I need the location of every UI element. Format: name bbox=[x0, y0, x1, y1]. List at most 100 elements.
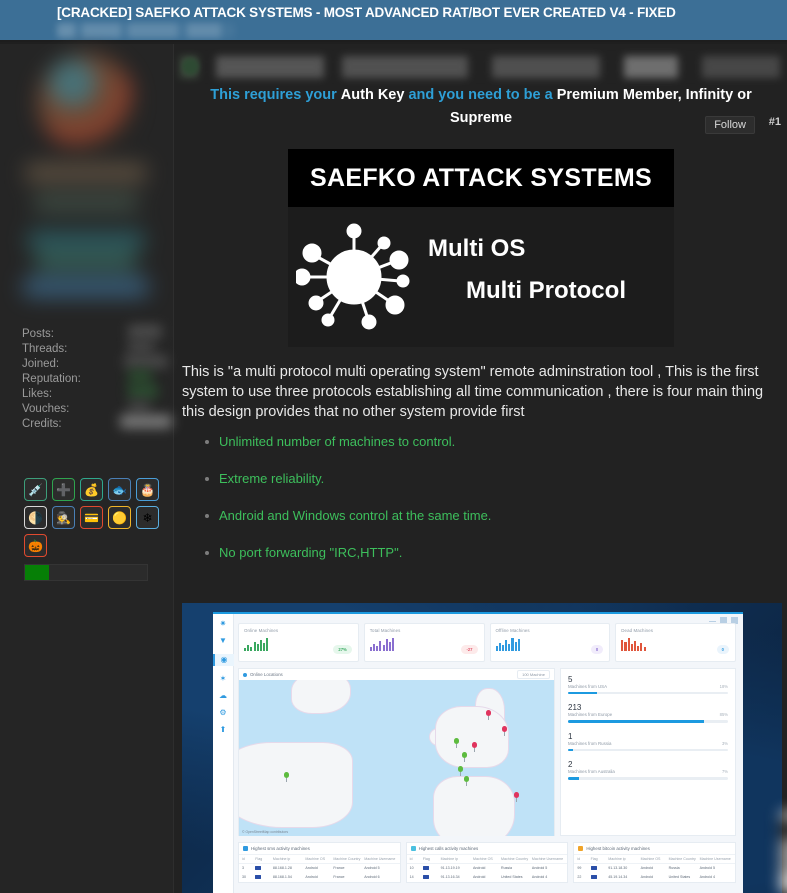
detective-award[interactable]: 🕵 bbox=[52, 506, 75, 529]
avatar[interactable] bbox=[38, 54, 134, 150]
post-meta-blurred bbox=[180, 56, 780, 78]
stat-row: Reputation: bbox=[22, 369, 162, 384]
banner-title: SAEFKO ATTACK SYSTEMS bbox=[310, 164, 652, 193]
credit-card-award[interactable]: 💳 bbox=[80, 506, 103, 529]
stat-card-badge: 0 bbox=[591, 645, 603, 654]
cell-flag bbox=[255, 875, 273, 880]
table-row[interactable]: 388.168.1.28AndroidFranceAndroid 5 bbox=[239, 864, 400, 873]
world-map[interactable]: © OpenStreetMap contributors bbox=[239, 680, 554, 836]
table-row[interactable]: 2245.19.14.34AndroidUnited StatesAndroid… bbox=[574, 873, 735, 882]
author-stats-list: Posts: Threads: Joined: Reputation: Like… bbox=[22, 324, 162, 429]
stat-card[interactable]: Offline Machines 0 bbox=[490, 623, 611, 662]
stat-cards-row: Online Machines27%Total Machines-27Offli… bbox=[238, 623, 736, 662]
stat-card[interactable]: Total Machines-27 bbox=[364, 623, 485, 662]
table-row[interactable]: 1091.13.19.19AndroidRussiaAndroid 5 bbox=[407, 864, 568, 873]
stat-label: Credits: bbox=[22, 418, 62, 430]
stat-value-blurred bbox=[128, 340, 154, 353]
cell-id: 3 bbox=[242, 866, 255, 871]
sparkline-chart bbox=[496, 638, 605, 651]
map-marker-green[interactable] bbox=[463, 776, 470, 785]
region-stat-row: 213Machines from Europe85% bbox=[568, 703, 728, 722]
activity-tables-row: Highest sms activity machinesidFlagMachi… bbox=[238, 842, 736, 883]
map-marker-green[interactable] bbox=[461, 752, 468, 761]
stat-card-title: Online Machines bbox=[244, 628, 353, 633]
table-column-header: Machine Username bbox=[700, 857, 732, 861]
map-marker-red[interactable] bbox=[501, 726, 508, 735]
table-title: Highest sms activity machines bbox=[251, 846, 310, 851]
map-landmass-africa bbox=[433, 776, 515, 836]
table-title: Highest calls activity machines bbox=[419, 846, 479, 851]
table-column-header: Flag bbox=[591, 857, 609, 861]
target-icon[interactable]: ✶ bbox=[220, 675, 227, 683]
map-marker-green[interactable] bbox=[457, 766, 464, 775]
globe-icon[interactable]: ◉ bbox=[213, 654, 234, 666]
table-row[interactable]: 9991.13.18.30AndroidRussiaAndroid 5 bbox=[574, 864, 735, 873]
map-marker-green[interactable] bbox=[453, 738, 460, 747]
table-title-bar: Highest bitcoin activity machines bbox=[574, 843, 735, 854]
map-marker-red[interactable] bbox=[471, 742, 478, 751]
author-awards-grid: 💉➕💰🐟🎂 🌗🕵💳🟡❄ 🎃 bbox=[24, 478, 160, 557]
breadcrumb[interactable] bbox=[57, 23, 235, 38]
dashboard-window: ✷ ▼ ◉ ✶ ☁ ⚙ ⬆ Online Machines27%Total Machines… bbox=[213, 612, 743, 893]
stat-card[interactable]: Dead Machines0 bbox=[615, 623, 736, 662]
author-action-button[interactable] bbox=[24, 278, 148, 296]
cell-flag bbox=[591, 866, 609, 871]
online-status-icon bbox=[243, 673, 247, 677]
saefko-banner-image: SAEFKO ATTACK SYSTEMS bbox=[288, 149, 674, 347]
author-username[interactable] bbox=[26, 164, 146, 182]
thread-header: [CRACKED] SAEFKO ATTACK SYSTEMS - MOST A… bbox=[0, 0, 787, 42]
table-icon bbox=[411, 846, 416, 851]
map-landmass-greenland bbox=[291, 680, 351, 714]
table-header-row: idFlagMachine ipMachine OSMachine Countr… bbox=[574, 854, 735, 864]
cell-country: Russia bbox=[669, 866, 700, 871]
stat-value-blurred bbox=[128, 325, 162, 338]
table-row[interactable]: 1491.13.16.34AndroidUnited StatesAndroid… bbox=[407, 873, 568, 882]
author-identity-blurred bbox=[8, 46, 166, 318]
upload-icon[interactable]: ⬆ bbox=[220, 726, 227, 734]
cell-ip: 88.168.1.28 bbox=[273, 866, 305, 871]
map-marker-green[interactable] bbox=[283, 772, 290, 781]
machine-filter-select[interactable]: 100 Machine bbox=[517, 670, 550, 679]
stat-card[interactable]: Online Machines27% bbox=[238, 623, 359, 662]
table-icon bbox=[243, 846, 248, 851]
cell-country: France bbox=[333, 875, 364, 880]
table-column-header: id bbox=[242, 857, 255, 861]
pumpkin-award[interactable]: 🎃 bbox=[24, 534, 47, 557]
snowflake-award[interactable]: ❄ bbox=[136, 506, 159, 529]
minimize-icon[interactable] bbox=[709, 621, 716, 623]
stat-card-title: Offline Machines bbox=[496, 628, 605, 633]
table-column-header: Machine ip bbox=[608, 857, 640, 861]
logo-network-icon[interactable]: ✷ bbox=[220, 620, 227, 628]
cell-os: Android bbox=[305, 866, 333, 871]
cell-ip: 91.13.16.34 bbox=[441, 875, 473, 880]
fish-award[interactable]: 🐟 bbox=[108, 478, 131, 501]
region-label: Machines from Australia bbox=[568, 769, 615, 774]
table-column-header: Machine Country bbox=[333, 857, 364, 861]
cake-award[interactable]: 🎂 bbox=[136, 478, 159, 501]
map-marker-red[interactable] bbox=[485, 710, 492, 719]
cell-flag bbox=[255, 866, 273, 871]
cell-os: Android bbox=[473, 866, 501, 871]
forum-thread-page: [CRACKED] SAEFKO ATTACK SYSTEMS - MOST A… bbox=[0, 0, 787, 893]
wifi-icon[interactable]: ▼ bbox=[219, 637, 227, 645]
syringe-award[interactable]: 💉 bbox=[24, 478, 47, 501]
moon-award[interactable]: 🌗 bbox=[24, 506, 47, 529]
dashboard-screenshot: ✷ ▼ ◉ ✶ ☁ ⚙ ⬆ Online Machines27%Total Machines… bbox=[182, 603, 782, 893]
region-progress-bar bbox=[568, 692, 728, 694]
activity-table: Highest calls activity machinesidFlagMac… bbox=[406, 842, 569, 883]
money-bag-award[interactable]: 💰 bbox=[80, 478, 103, 501]
region-progress-bar bbox=[568, 720, 728, 722]
table-row[interactable]: 3088.168.1.54AndroidFranceAndroid 6 bbox=[239, 873, 400, 882]
map-landmass-europe bbox=[435, 706, 509, 768]
banner-line-2: Multi Protocol bbox=[466, 277, 626, 305]
cell-ip: 91.13.19.19 bbox=[441, 866, 473, 871]
feature-bullet-item: Android and Windows control at the same … bbox=[203, 508, 763, 523]
plus-circle-award[interactable]: ➕ bbox=[52, 478, 75, 501]
gold-nugget-award[interactable]: 🟡 bbox=[108, 506, 131, 529]
feature-bullet-item: Unlimited number of machines to control. bbox=[203, 434, 763, 449]
notice-auth-key: Auth Key bbox=[341, 87, 405, 103]
cloud-icon[interactable]: ☁ bbox=[219, 692, 227, 700]
gear-icon[interactable]: ⚙ bbox=[219, 709, 226, 717]
map-marker-red[interactable] bbox=[513, 792, 520, 801]
online-locations-panel: Online Locations 100 Machine © OpenStree… bbox=[238, 668, 555, 836]
